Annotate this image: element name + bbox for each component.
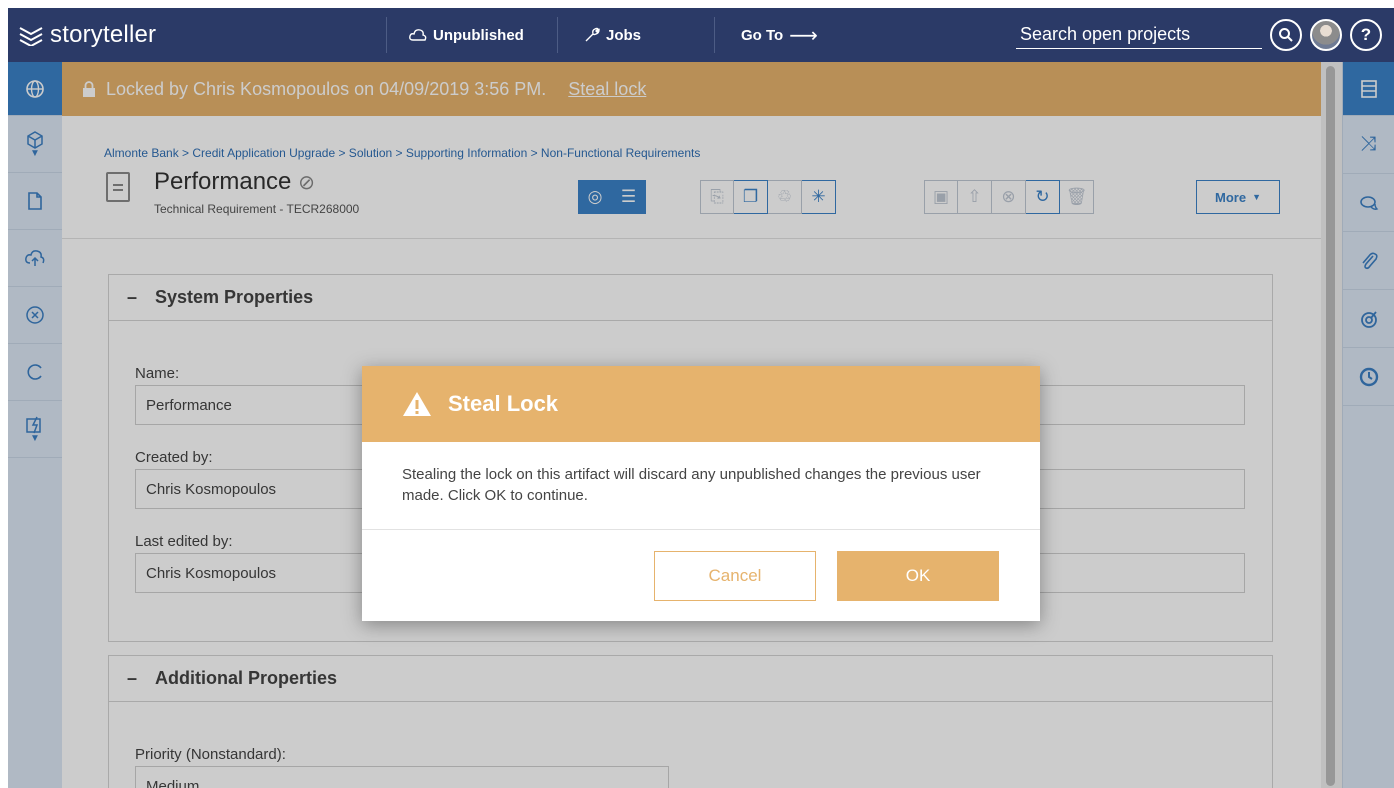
avatar[interactable] <box>1310 19 1342 51</box>
logo-icon <box>19 27 43 46</box>
search-icon[interactable] <box>1270 19 1302 51</box>
unpublished-label: Unpublished <box>433 26 524 44</box>
arrow-right-icon: ⟶ <box>789 24 818 47</box>
dialog-footer: Cancel OK <box>362 530 1040 621</box>
steal-lock-dialog: Steal Lock Stealing the lock on this art… <box>362 366 1040 621</box>
search-area: ? <box>1016 19 1394 51</box>
top-navigation-bar: storyteller Unpublished Jobs Go To ⟶ ? <box>8 8 1394 62</box>
unpublished-button[interactable]: Unpublished <box>387 8 557 62</box>
goto-button[interactable]: Go To ⟶ <box>715 8 844 62</box>
jobs-button[interactable]: Jobs <box>558 8 714 62</box>
app-logo[interactable]: storyteller <box>8 21 386 49</box>
cloud-icon <box>409 29 427 41</box>
dialog-header: Steal Lock <box>362 366 1040 442</box>
ok-button[interactable]: OK <box>837 551 999 601</box>
help-icon[interactable]: ? <box>1350 19 1382 51</box>
cancel-button[interactable]: Cancel <box>654 551 816 601</box>
app-name: storyteller <box>50 21 157 48</box>
wrench-icon <box>585 27 600 42</box>
dialog-message: Stealing the lock on this artifact will … <box>362 442 1040 530</box>
warning-icon <box>403 392 431 416</box>
search-input[interactable] <box>1016 21 1262 49</box>
jobs-label: Jobs <box>606 26 642 44</box>
dialog-title: Steal Lock <box>448 391 559 416</box>
goto-label: Go To <box>741 26 784 44</box>
